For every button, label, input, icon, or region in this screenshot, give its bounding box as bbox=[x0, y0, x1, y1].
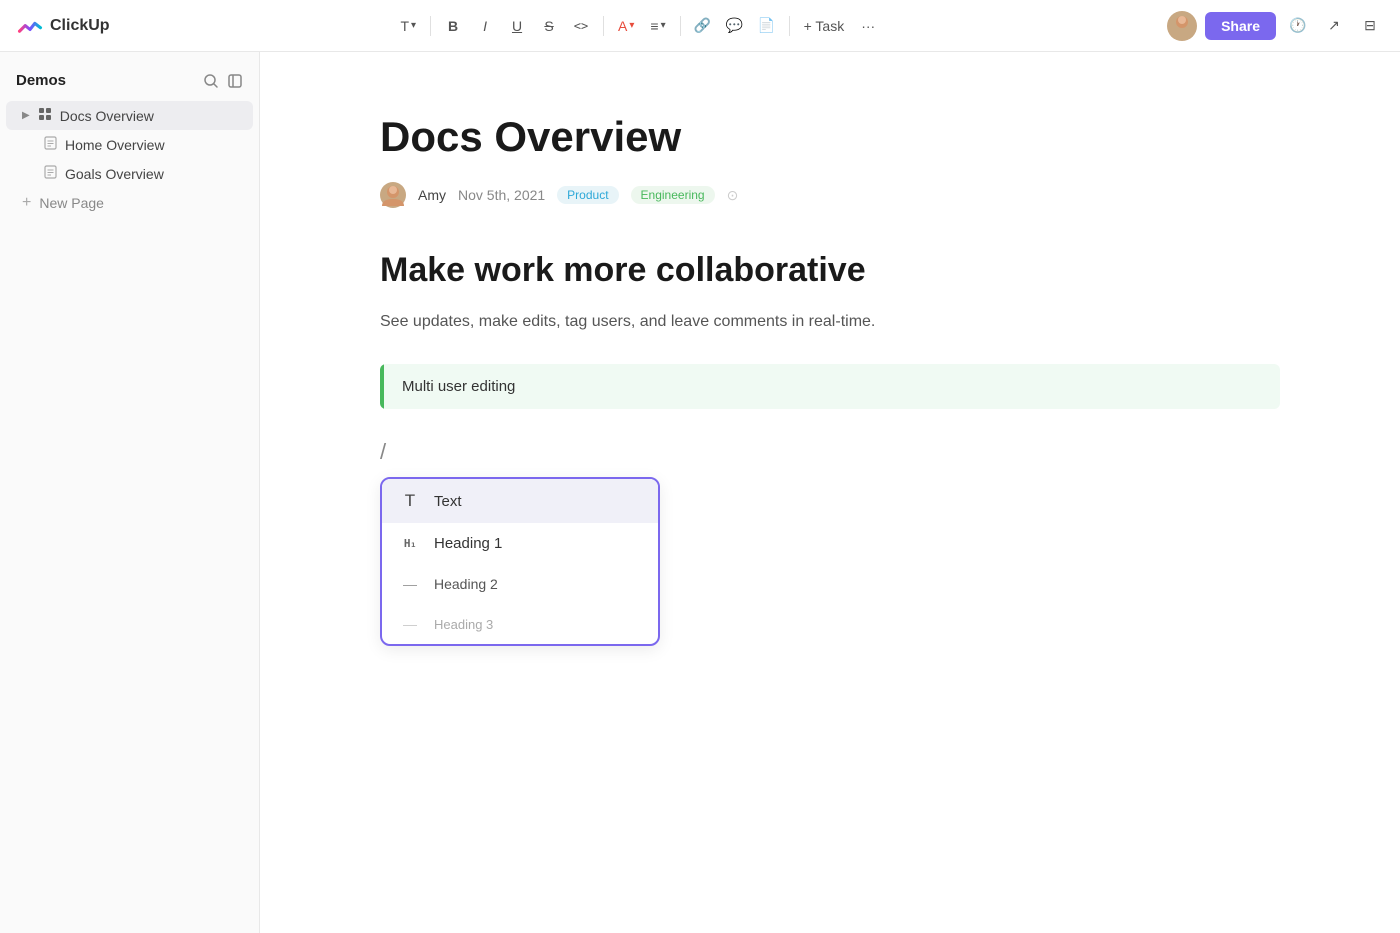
blockquote-text: Multi user editing bbox=[384, 364, 533, 409]
add-task-button[interactable]: + Task bbox=[798, 12, 851, 40]
toolbar-actions: Share 🕐 ↗ ⊟ bbox=[1167, 11, 1384, 41]
avatar-image bbox=[1167, 11, 1197, 41]
document-title: Docs Overview bbox=[380, 112, 1280, 162]
logo-text: ClickUp bbox=[50, 17, 110, 35]
tag-engineering[interactable]: Engineering bbox=[631, 186, 715, 204]
document-meta: Amy Nov 5th, 2021 Product Engineering ⊙ bbox=[380, 182, 1280, 208]
layout-button[interactable]: ⊟ bbox=[1356, 12, 1384, 40]
sidebar-icon-group bbox=[203, 73, 243, 89]
dropdown-item-heading2[interactable]: — Heading 2 bbox=[382, 564, 658, 604]
collapse-sidebar-button[interactable] bbox=[227, 73, 243, 89]
block-type-dropdown: T Text H₁ Heading 1 — Heading 2 — Headin… bbox=[380, 477, 660, 646]
blockquote: Multi user editing bbox=[380, 364, 1280, 409]
author-avatar bbox=[380, 182, 406, 208]
dropdown-item-label-heading3: Heading 3 bbox=[434, 617, 640, 632]
sidebar-title: Demos bbox=[16, 72, 66, 89]
search-button[interactable] bbox=[203, 73, 219, 89]
dropdown-item-label-heading1: Heading 1 bbox=[434, 535, 640, 552]
more-button[interactable]: ··· bbox=[854, 12, 882, 40]
text-type-icon: T bbox=[400, 491, 420, 511]
sidebar-item-label: Goals Overview bbox=[65, 166, 237, 182]
document-subtitle: See updates, make edits, tag users, and … bbox=[380, 309, 1280, 335]
divider bbox=[680, 16, 681, 36]
toolbar-logo-area: ClickUp bbox=[16, 12, 110, 40]
divider bbox=[789, 16, 790, 36]
strikethrough-button[interactable]: S bbox=[535, 12, 563, 40]
history-button[interactable]: 🕐 bbox=[1284, 12, 1312, 40]
sidebar-item-goals-overview[interactable]: Goals Overview bbox=[6, 159, 253, 188]
link-button[interactable]: 🔗 bbox=[689, 12, 717, 40]
grid-icon bbox=[38, 107, 52, 124]
share-button[interactable]: Share bbox=[1205, 12, 1276, 40]
plus-icon: + bbox=[22, 194, 31, 212]
toolbar: ClickUp T ▾ B I U S <> A ▾ ≡ ▾ 🔗 💬 📄 + T… bbox=[0, 0, 1400, 52]
sidebar: Demos ▶ bbox=[0, 52, 260, 933]
export-button[interactable]: ↗ bbox=[1320, 12, 1348, 40]
heading3-icon: — bbox=[400, 616, 420, 632]
logo: ClickUp bbox=[16, 12, 110, 40]
divider bbox=[430, 16, 431, 36]
heading2-icon: — bbox=[400, 576, 420, 592]
sidebar-item-docs-overview[interactable]: ▶ Docs Overview bbox=[6, 101, 253, 130]
dropdown-item-heading3[interactable]: — Heading 3 bbox=[382, 604, 658, 644]
sidebar-header: Demos bbox=[0, 64, 259, 101]
new-page-button[interactable]: + New Page bbox=[6, 188, 253, 218]
new-page-label: New Page bbox=[39, 195, 104, 211]
code-button[interactable]: <> bbox=[567, 12, 595, 40]
italic-button[interactable]: I bbox=[471, 12, 499, 40]
content-area: Docs Overview Amy Nov 5th, 2021 Product … bbox=[260, 52, 1400, 933]
dropdown-item-label-text: Text bbox=[434, 493, 640, 510]
toolbar-formatting: T ▾ B I U S <> A ▾ ≡ ▾ 🔗 💬 📄 + Task ··· bbox=[394, 12, 882, 40]
author-name: Amy bbox=[418, 187, 446, 203]
avatar bbox=[1167, 11, 1197, 41]
bold-button[interactable]: B bbox=[439, 12, 467, 40]
sidebar-item-home-overview[interactable]: Home Overview bbox=[6, 130, 253, 159]
sidebar-item-label: Home Overview bbox=[65, 137, 237, 153]
slash-command[interactable]: / bbox=[380, 439, 1280, 465]
text-format-button[interactable]: T ▾ bbox=[394, 12, 422, 40]
sidebar-toggle-icon bbox=[227, 73, 243, 89]
dropdown-item-text[interactable]: T Text bbox=[382, 479, 658, 523]
dropdown-item-heading1[interactable]: H₁ Heading 1 bbox=[382, 523, 658, 564]
clickup-logo-icon bbox=[16, 12, 44, 40]
main-layout: Demos ▶ bbox=[0, 52, 1400, 933]
document-heading: Make work more collaborative bbox=[380, 248, 1280, 292]
tag-settings-icon: ⊙ bbox=[727, 187, 739, 204]
doc-icon bbox=[44, 165, 57, 182]
heading1-icon: H₁ bbox=[400, 537, 420, 550]
underline-button[interactable]: U bbox=[503, 12, 531, 40]
align-button[interactable]: ≡ ▾ bbox=[644, 12, 671, 40]
search-icon bbox=[203, 73, 219, 89]
font-color-button[interactable]: A ▾ bbox=[612, 12, 640, 40]
dropdown-item-label-heading2: Heading 2 bbox=[434, 576, 640, 592]
doc-button[interactable]: 📄 bbox=[753, 12, 781, 40]
tag-product[interactable]: Product bbox=[557, 186, 618, 204]
comment-button[interactable]: 💬 bbox=[721, 12, 749, 40]
sidebar-item-label: Docs Overview bbox=[60, 108, 237, 124]
divider bbox=[603, 16, 604, 36]
document-date: Nov 5th, 2021 bbox=[458, 187, 545, 203]
doc-icon bbox=[44, 136, 57, 153]
chevron-right-icon: ▶ bbox=[22, 110, 30, 121]
